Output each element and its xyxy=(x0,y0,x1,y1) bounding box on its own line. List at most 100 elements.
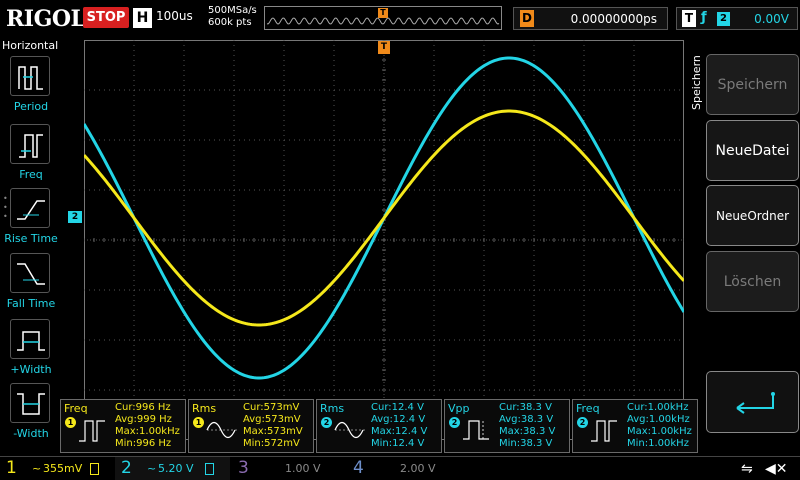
timebase-value[interactable]: 100us xyxy=(156,9,193,23)
fall-time-label: Fall Time xyxy=(6,297,56,310)
measure-avg: Avg:573mV xyxy=(243,414,301,425)
channel-scale: 355mV xyxy=(43,462,83,475)
trigger-box[interactable]: T ƒ 2 0.00V xyxy=(676,7,798,30)
new-file-button[interactable]: NeueDatei xyxy=(706,120,799,181)
rms-icon xyxy=(206,421,237,439)
measure-values: Cur:573mV Avg:573mV Max:573mV Min:572mV xyxy=(243,402,303,450)
measurement-item[interactable]: Vpp 2 Cur:38.3 V Avg:38.3 V Max:38.3 V M… xyxy=(444,399,570,453)
vpp-icon xyxy=(463,420,489,440)
channel-badge: 1 xyxy=(65,417,76,428)
neg-width-label: -Width xyxy=(13,427,49,440)
trigger-position-marker: T xyxy=(378,8,388,18)
pos-width-label: +Width xyxy=(10,363,52,376)
measure-max: Max:1.00kHz xyxy=(627,426,692,437)
sample-rate: 500MSa/s xyxy=(208,5,257,16)
measurement-bar: Freq 1 Cur:996 Hz Avg:999 Hz Max:1.00kHz… xyxy=(58,399,698,454)
channel-4-status[interactable]: 4 2.00 V xyxy=(345,457,460,480)
return-button[interactable] xyxy=(706,371,799,433)
channel-number: 4 xyxy=(353,458,364,478)
rigol-logo: RIGOL xyxy=(6,6,86,32)
right-menu-title: Speichern xyxy=(690,55,703,110)
delay-box[interactable]: D 0.00000000ps xyxy=(513,7,668,30)
measurement-item[interactable]: Freq 2 Cur:1.00kHz Avg:1.00kHz Max:1.00k… xyxy=(572,399,698,453)
measure-avg: Avg:999 Hz xyxy=(115,414,172,425)
channel-number: 1 xyxy=(6,458,17,478)
right-save-menu: Speichern Speichern NeueDatei NeueOrdner… xyxy=(686,36,800,456)
left-menu-title: Horizontal xyxy=(2,39,59,52)
left-measure-menu: Horizontal Period Freq • • • Rise Time Fal… xyxy=(0,36,62,456)
delay-value: 0.00000000ps xyxy=(570,12,657,26)
measure-cur: Cur:12.4 V xyxy=(371,402,424,413)
channel-3-status[interactable]: 3 1.00 V xyxy=(230,457,345,480)
memory-depth: 600k pts xyxy=(208,17,252,28)
channel-number: 2 xyxy=(121,458,132,478)
right-menu-title-wrap: Speichern xyxy=(686,40,704,130)
measure-name: Vpp xyxy=(448,402,470,415)
channel-coupling: ~ xyxy=(32,462,42,475)
measure-avg: Avg:12.4 V xyxy=(371,414,426,425)
trigger-level-value: 0.00V xyxy=(754,12,789,26)
trigger-source-badge: 2 xyxy=(717,12,730,26)
speaker-muted-icon[interactable]: ◀✕ xyxy=(765,461,788,477)
ch2-offset-marker[interactable]: 2 xyxy=(68,211,82,223)
measure-max: Max:12.4 V xyxy=(371,426,428,437)
freq-label: Freq xyxy=(19,168,43,181)
channel-scale: 5.20 V xyxy=(158,462,194,475)
measure-values: Cur:996 Hz Avg:999 Hz Max:1.00kHz Min:99… xyxy=(115,402,180,450)
measure-cur: Cur:996 Hz xyxy=(115,402,171,413)
measure-name: Rms xyxy=(192,402,217,415)
channel-badge: 2 xyxy=(577,417,588,428)
channel-scale: 2.00 V xyxy=(400,462,436,475)
freq-icon xyxy=(591,420,617,442)
channel-status-bar: 1 ~ 355mV 2 ~ 5.20 V 3 1.00 V 4 2.00 V ⇋… xyxy=(0,456,800,480)
channel-1-status[interactable]: 1 ~ 355mV xyxy=(0,457,115,480)
measure-min: Min:38.3 V xyxy=(499,438,553,449)
run-stop-status[interactable]: STOP xyxy=(83,7,129,28)
measure-name: Freq xyxy=(64,402,88,415)
measure-rise-time[interactable]: Rise Time xyxy=(0,188,62,248)
usb-icon: ⇋ xyxy=(741,461,753,477)
measure-name: Rms xyxy=(320,402,345,415)
measure-fall-time[interactable]: Fall Time xyxy=(0,253,62,313)
measure-neg-width[interactable]: -Width xyxy=(0,383,62,443)
fall-time-icon xyxy=(10,253,50,293)
measure-max: Max:38.3 V xyxy=(499,426,556,437)
top-status-bar: RIGOL STOP H 100us 500MSa/s 600k pts T D… xyxy=(0,0,800,36)
measurement-item[interactable]: Rms 2 Cur:12.4 V Avg:12.4 V Max:12.4 V M… xyxy=(316,399,442,453)
rising-edge-icon: ƒ xyxy=(701,10,707,25)
measure-min: Min:572mV xyxy=(243,438,300,449)
measure-values: Cur:12.4 V Avg:12.4 V Max:12.4 V Min:12.… xyxy=(371,402,427,450)
measure-freq[interactable]: Freq xyxy=(0,124,62,184)
horizontal-label: H xyxy=(133,8,152,28)
trigger-position-top-marker[interactable]: T xyxy=(378,41,390,54)
freq-icon xyxy=(79,420,105,442)
positive-width-icon xyxy=(10,319,50,359)
freq-icon xyxy=(10,124,50,164)
graticule xyxy=(84,40,684,440)
measure-avg: Avg:1.00kHz xyxy=(627,414,690,425)
waveform-grid[interactable] xyxy=(84,40,684,440)
measurement-item[interactable]: Rms 1 Cur:573mV Avg:573mV Max:573mV Min:… xyxy=(188,399,314,453)
rise-time-icon xyxy=(10,188,50,228)
channel-number: 3 xyxy=(238,458,249,478)
measure-values: Cur:38.3 V Avg:38.3 V Max:38.3 V Min:38.… xyxy=(499,402,555,450)
delete-button[interactable]: Löschen xyxy=(706,251,799,312)
measure-min: Min:12.4 V xyxy=(371,438,425,449)
channel-badge: 2 xyxy=(321,417,332,428)
measure-pos-width[interactable]: +Width xyxy=(0,319,62,379)
new-folder-button[interactable]: NeueOrdner xyxy=(706,185,799,246)
measure-name: Freq xyxy=(576,402,600,415)
channel-2-status[interactable]: 2 ~ 5.20 V xyxy=(115,457,230,480)
measure-cur: Cur:573mV xyxy=(243,402,300,413)
bandwidth-limit-icon xyxy=(90,463,99,475)
measure-cur: Cur:1.00kHz xyxy=(627,402,689,413)
measure-period[interactable]: Period xyxy=(0,56,62,116)
period-icon xyxy=(10,56,50,96)
save-button[interactable]: Speichern xyxy=(706,54,799,115)
rms-icon xyxy=(334,421,365,439)
measure-max: Max:1.00kHz xyxy=(115,426,180,437)
bandwidth-limit-icon xyxy=(205,463,214,475)
trigger-label: T xyxy=(682,10,696,27)
measurement-item[interactable]: Freq 1 Cur:996 Hz Avg:999 Hz Max:1.00kHz… xyxy=(60,399,186,453)
channel-badge: 1 xyxy=(193,417,204,428)
